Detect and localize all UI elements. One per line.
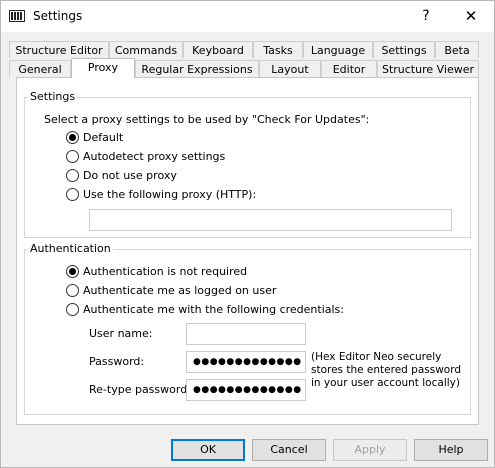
tab-editor[interactable]: Editor bbox=[321, 60, 377, 77]
tab-proxy[interactable]: Proxy bbox=[71, 58, 135, 78]
tab-beta[interactable]: Beta bbox=[435, 41, 479, 58]
tab-general[interactable]: General bbox=[9, 60, 71, 77]
radio-custom-proxy[interactable] bbox=[66, 188, 79, 201]
password-input[interactable]: ●●●●●●●●●●●●● bbox=[186, 351, 306, 373]
proxy-address-input[interactable] bbox=[89, 209, 452, 231]
password-label: Password: bbox=[89, 355, 145, 368]
tab-settings[interactable]: Settings bbox=[373, 41, 435, 58]
username-label: User name: bbox=[89, 327, 153, 340]
title-bar[interactable]: Settings ? ✕ bbox=[1, 1, 494, 32]
radio-auth-credentials-label[interactable]: Authenticate me with the following crede… bbox=[83, 303, 344, 316]
settings-group-title: Settings bbox=[28, 90, 78, 103]
settings-window: Settings ? ✕ Structure Editor Commands K… bbox=[0, 0, 495, 468]
radio-auth-logged-user[interactable] bbox=[66, 284, 79, 297]
cancel-button[interactable]: Cancel bbox=[252, 439, 326, 461]
tab-keyboard[interactable]: Keyboard bbox=[183, 41, 253, 58]
tab-language[interactable]: Language bbox=[303, 41, 373, 58]
radio-no-proxy[interactable] bbox=[66, 169, 79, 182]
app-icon bbox=[9, 10, 25, 22]
tab-layout[interactable]: Layout bbox=[259, 60, 321, 77]
authentication-group-title: Authentication bbox=[28, 242, 113, 255]
username-input[interactable] bbox=[186, 323, 306, 345]
radio-auth-not-required-label[interactable]: Authentication is not required bbox=[83, 265, 247, 278]
radio-default[interactable] bbox=[66, 131, 79, 144]
radio-auth-credentials[interactable] bbox=[66, 303, 79, 316]
tab-tasks[interactable]: Tasks bbox=[253, 41, 303, 58]
tab-structure-editor[interactable]: Structure Editor bbox=[9, 41, 109, 58]
radio-autodetect-label[interactable]: Autodetect proxy settings bbox=[83, 150, 225, 163]
radio-auth-logged-user-label[interactable]: Authenticate me as logged on user bbox=[83, 284, 276, 297]
help-titlebar-button[interactable]: ? bbox=[411, 5, 441, 27]
proxy-prompt: Select a proxy settings to be used by "C… bbox=[44, 113, 370, 126]
tab-structure-viewer[interactable]: Structure Viewer bbox=[377, 60, 479, 77]
retype-password-label: Re-type password: bbox=[89, 383, 191, 396]
retype-password-input[interactable]: ●●●●●●●●●●●●● bbox=[186, 379, 306, 401]
help-button[interactable]: Help bbox=[414, 439, 488, 461]
radio-auth-not-required[interactable] bbox=[66, 265, 79, 278]
radio-default-label[interactable]: Default bbox=[83, 131, 123, 144]
apply-button[interactable]: Apply bbox=[333, 439, 407, 461]
password-storage-note: (Hex Editor Neo securely stores the ente… bbox=[311, 351, 462, 389]
close-button[interactable]: ✕ bbox=[453, 5, 489, 27]
ok-button[interactable]: OK bbox=[171, 439, 245, 461]
radio-custom-proxy-label[interactable]: Use the following proxy (HTTP): bbox=[83, 188, 256, 201]
tab-commands[interactable]: Commands bbox=[109, 41, 183, 58]
window-title: Settings bbox=[33, 9, 83, 23]
radio-no-proxy-label[interactable]: Do not use proxy bbox=[83, 169, 177, 182]
radio-autodetect[interactable] bbox=[66, 150, 79, 163]
tab-regular-expressions[interactable]: Regular Expressions bbox=[135, 60, 259, 77]
